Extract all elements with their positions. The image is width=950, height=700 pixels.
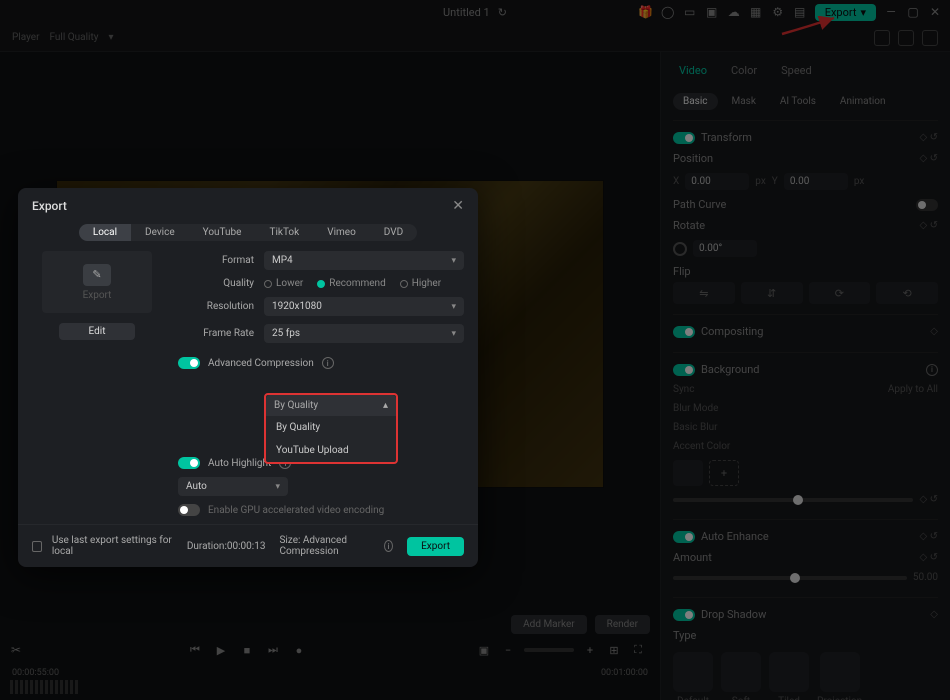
use-last-settings-label: Use last export settings for local [52,535,177,557]
info-icon[interactable]: i [384,540,393,552]
quality-label: Quality [178,278,254,289]
export-tab-tiktok[interactable]: TikTok [255,224,313,241]
export-tab-dvd[interactable]: DVD [370,224,417,241]
chevron-down-icon: ▾ [451,302,456,312]
chevron-down-icon: ▾ [275,482,280,492]
adv-compression-label: Advanced Compression [208,358,314,369]
chevron-down-icon: ▾ [451,329,456,339]
quality-higher-radio[interactable]: Higher [400,278,441,289]
auto-highlight-toggle[interactable] [178,457,200,469]
chevron-down-icon: ▾ [451,256,456,266]
resolution-select[interactable]: 1920x1080▾ [264,297,464,316]
gpu-toggle[interactable] [178,504,200,516]
info-icon[interactable]: i [322,357,334,369]
quality-recommend-radio[interactable]: Recommend [317,278,385,289]
info-icon[interactable]: i [279,457,291,469]
gpu-label: Enable GPU accelerated video encoding [208,505,384,516]
export-tab-local[interactable]: Local [79,224,131,241]
format-select[interactable]: MP4▾ [264,251,464,270]
edit-thumbnail-button[interactable]: Edit [59,323,135,340]
framerate-select[interactable]: 25 fps▾ [264,324,464,343]
export-tab-youtube[interactable]: YouTube [189,224,256,241]
framerate-label: Frame Rate [178,328,254,339]
export-dialog: Export ✕ Local Device YouTube TikTok Vim… [18,188,478,567]
size-label: Size: Advanced Compression [279,535,370,557]
auto-highlight-select[interactable]: Auto▾ [178,477,288,496]
pencil-icon: ✎ [83,264,111,286]
export-confirm-button[interactable]: Export [407,537,464,556]
quality-lower-radio[interactable]: Lower [264,278,303,289]
duration-label: Duration:00:00:13 [187,541,266,552]
export-tab-device[interactable]: Device [131,224,189,241]
export-thumbnail: ✎ Export [42,251,152,313]
resolution-label: Resolution [178,301,254,312]
adv-compression-toggle[interactable] [178,357,200,369]
export-tab-vimeo[interactable]: Vimeo [313,224,370,241]
use-last-settings-checkbox[interactable] [32,541,42,552]
format-label: Format [178,255,254,266]
auto-highlight-label: Auto Highlight [208,458,271,469]
export-dialog-title: Export [32,199,67,213]
close-dialog-button[interactable]: ✕ [452,198,464,214]
